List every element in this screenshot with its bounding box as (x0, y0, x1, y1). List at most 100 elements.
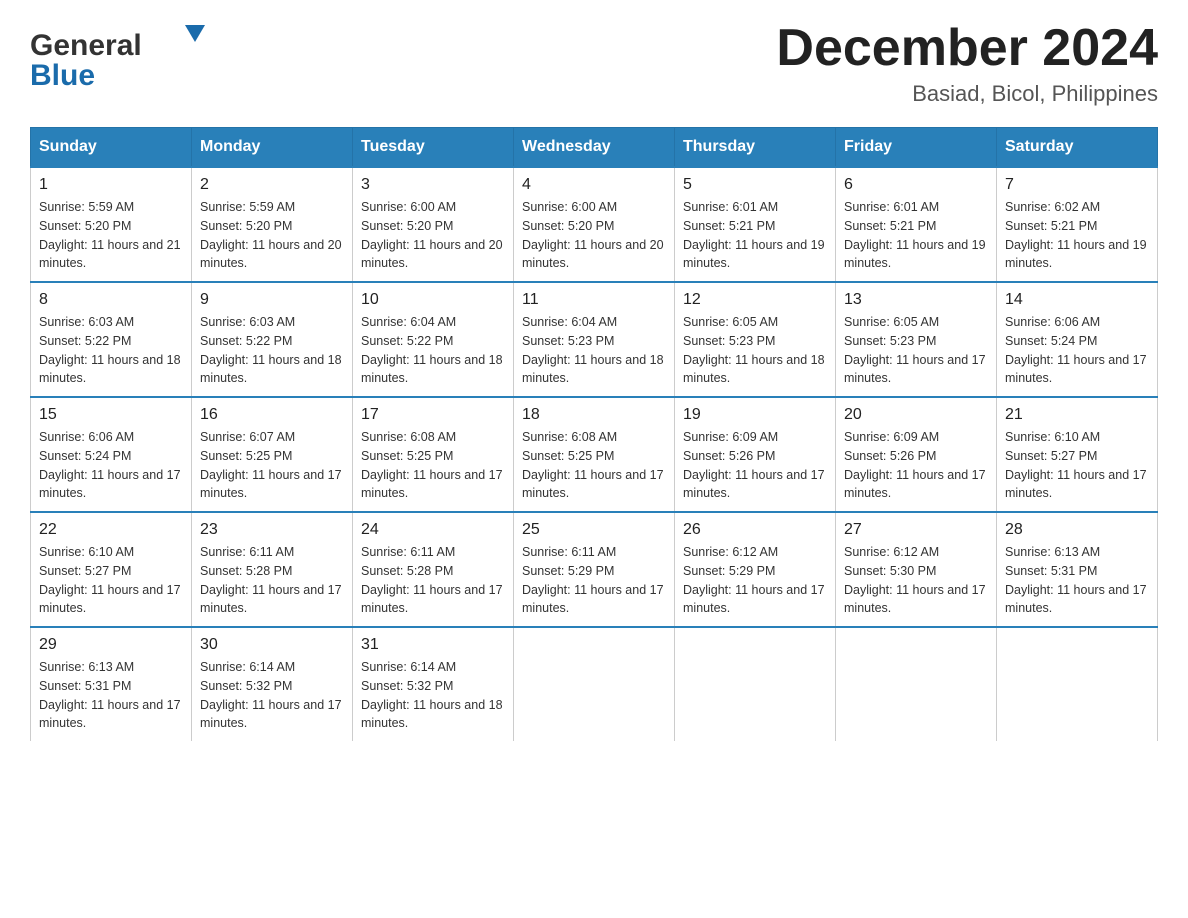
weekday-header-sunday: Sunday (31, 128, 192, 168)
day-number: 6 (844, 176, 988, 194)
day-info: Sunrise: 6:05 AMSunset: 5:23 PMDaylight:… (844, 313, 988, 388)
day-info: Sunrise: 6:08 AMSunset: 5:25 PMDaylight:… (361, 428, 505, 503)
day-info: Sunrise: 6:01 AMSunset: 5:21 PMDaylight:… (844, 198, 988, 273)
page-header: General Blue December 2024 Basiad, Bicol… (30, 20, 1158, 107)
day-number: 11 (522, 291, 666, 309)
day-number: 8 (39, 291, 183, 309)
weekday-header-row: SundayMondayTuesdayWednesdayThursdayFrid… (31, 128, 1158, 168)
calendar-cell: 5 Sunrise: 6:01 AMSunset: 5:21 PMDaylight… (675, 167, 836, 282)
day-number: 19 (683, 406, 827, 424)
calendar-cell: 18 Sunrise: 6:08 AMSunset: 5:25 PMDayligh… (514, 397, 675, 512)
calendar-week-row: 22Sunrise: 6:10 AMSunset: 5:27 PMDayligh… (31, 512, 1158, 627)
day-number: 27 (844, 521, 988, 539)
day-number: 14 (1005, 291, 1149, 309)
day-info: Sunrise: 5:59 AMSunset: 5:20 PMDaylight:… (200, 198, 344, 273)
day-number: 7 (1005, 176, 1149, 194)
day-number: 21 (1005, 406, 1149, 424)
day-number: 31 (361, 636, 505, 654)
calendar-cell: 12 Sunrise: 6:05 AMSunset: 5:23 PMDayligh… (675, 282, 836, 397)
calendar-cell: 26 Sunrise: 6:12 AMSunset: 5:29 PMDayligh… (675, 512, 836, 627)
day-info: Sunrise: 6:09 AMSunset: 5:26 PMDaylight:… (844, 428, 988, 503)
day-info: Sunrise: 6:06 AMSunset: 5:24 PMDaylight:… (1005, 313, 1149, 388)
calendar-cell: 27 Sunrise: 6:12 AMSunset: 5:30 PMDayligh… (836, 512, 997, 627)
svg-text:Blue: Blue (30, 59, 95, 90)
calendar-cell: 1Sunrise: 5:59 AMSunset: 5:20 PMDaylight… (31, 167, 192, 282)
calendar-cell: 29Sunrise: 6:13 AMSunset: 5:31 PMDayligh… (31, 627, 192, 741)
day-number: 15 (39, 406, 183, 424)
day-number: 22 (39, 521, 183, 539)
day-info: Sunrise: 6:03 AMSunset: 5:22 PMDaylight:… (200, 313, 344, 388)
calendar-cell: 10 Sunrise: 6:04 AMSunset: 5:22 PMDayligh… (353, 282, 514, 397)
day-info: Sunrise: 6:02 AMSunset: 5:21 PMDaylight:… (1005, 198, 1149, 273)
calendar-cell: 19 Sunrise: 6:09 AMSunset: 5:26 PMDayligh… (675, 397, 836, 512)
day-number: 30 (200, 636, 344, 654)
calendar-cell: 13 Sunrise: 6:05 AMSunset: 5:23 PMDayligh… (836, 282, 997, 397)
day-number: 23 (200, 521, 344, 539)
calendar-cell: 8Sunrise: 6:03 AMSunset: 5:22 PMDaylight… (31, 282, 192, 397)
calendar-week-row: 8 Sunrise: 6:03 AMSunset: 5:22 PMDaylight… (31, 282, 1158, 397)
day-number: 28 (1005, 521, 1149, 539)
day-number: 20 (844, 406, 988, 424)
calendar-cell: 7 Sunrise: 6:02 AMSunset: 5:21 PMDaylight… (997, 167, 1158, 282)
day-number: 29 (39, 636, 183, 654)
day-info: Sunrise: 6:09 AMSunset: 5:26 PMDaylight:… (683, 428, 827, 503)
logo: General Blue (30, 20, 220, 90)
day-number: 16 (200, 406, 344, 424)
day-info: Sunrise: 6:05 AMSunset: 5:23 PMDaylight:… (683, 313, 827, 388)
calendar-table: SundayMondayTuesdayWednesdayThursdayFrid… (30, 127, 1158, 741)
calendar-cell: 3Sunrise: 6:00 AMSunset: 5:20 PMDaylight… (353, 167, 514, 282)
calendar-cell: 23Sunrise: 6:11 AMSunset: 5:28 PMDayligh… (192, 512, 353, 627)
day-number: 3 (361, 176, 505, 194)
day-number: 24 (361, 521, 505, 539)
day-info: Sunrise: 6:00 AMSunset: 5:20 PMDaylight:… (522, 198, 666, 273)
weekday-header-tuesday: Tuesday (353, 128, 514, 168)
calendar-cell: 11 Sunrise: 6:04 AMSunset: 5:23 PMDayligh… (514, 282, 675, 397)
calendar-cell: 30 Sunrise: 6:14 AMSunset: 5:32 PMDayligh… (192, 627, 353, 741)
calendar-cell: 9 Sunrise: 6:03 AMSunset: 5:22 PMDaylight… (192, 282, 353, 397)
calendar-cell: 16 Sunrise: 6:07 AMSunset: 5:25 PMDayligh… (192, 397, 353, 512)
month-title: December 2024 (776, 20, 1158, 77)
day-info: Sunrise: 6:04 AMSunset: 5:22 PMDaylight:… (361, 313, 505, 388)
day-info: Sunrise: 6:07 AMSunset: 5:25 PMDaylight:… (200, 428, 344, 503)
calendar-cell (514, 627, 675, 741)
day-info: Sunrise: 5:59 AMSunset: 5:20 PMDaylight:… (39, 198, 183, 273)
day-number: 25 (522, 521, 666, 539)
calendar-week-row: 1Sunrise: 5:59 AMSunset: 5:20 PMDaylight… (31, 167, 1158, 282)
day-number: 9 (200, 291, 344, 309)
calendar-week-row: 15 Sunrise: 6:06 AMSunset: 5:24 PMDayligh… (31, 397, 1158, 512)
weekday-header-wednesday: Wednesday (514, 128, 675, 168)
day-info: Sunrise: 6:12 AMSunset: 5:30 PMDaylight:… (844, 543, 988, 618)
day-info: Sunrise: 6:12 AMSunset: 5:29 PMDaylight:… (683, 543, 827, 618)
day-info: Sunrise: 6:01 AMSunset: 5:21 PMDaylight:… (683, 198, 827, 273)
day-number: 18 (522, 406, 666, 424)
weekday-header-saturday: Saturday (997, 128, 1158, 168)
day-number: 4 (522, 176, 666, 194)
calendar-cell: 4 Sunrise: 6:00 AMSunset: 5:20 PMDaylight… (514, 167, 675, 282)
day-number: 13 (844, 291, 988, 309)
day-info: Sunrise: 6:14 AMSunset: 5:32 PMDaylight:… (200, 658, 344, 733)
calendar-week-row: 29Sunrise: 6:13 AMSunset: 5:31 PMDayligh… (31, 627, 1158, 741)
calendar-cell: 6 Sunrise: 6:01 AMSunset: 5:21 PMDaylight… (836, 167, 997, 282)
day-number: 12 (683, 291, 827, 309)
calendar-cell: 31 Sunrise: 6:14 AMSunset: 5:32 PMDayligh… (353, 627, 514, 741)
weekday-header-friday: Friday (836, 128, 997, 168)
day-info: Sunrise: 6:14 AMSunset: 5:32 PMDaylight:… (361, 658, 505, 733)
day-number: 26 (683, 521, 827, 539)
day-info: Sunrise: 6:13 AMSunset: 5:31 PMDaylight:… (1005, 543, 1149, 618)
weekday-header-thursday: Thursday (675, 128, 836, 168)
calendar-cell: 24Sunrise: 6:11 AMSunset: 5:28 PMDayligh… (353, 512, 514, 627)
day-number: 10 (361, 291, 505, 309)
calendar-cell: 25Sunrise: 6:11 AMSunset: 5:29 PMDayligh… (514, 512, 675, 627)
day-info: Sunrise: 6:04 AMSunset: 5:23 PMDaylight:… (522, 313, 666, 388)
svg-text:General: General (30, 29, 142, 62)
calendar-cell: 14 Sunrise: 6:06 AMSunset: 5:24 PMDayligh… (997, 282, 1158, 397)
day-info: Sunrise: 6:10 AMSunset: 5:27 PMDaylight:… (1005, 428, 1149, 503)
day-number: 5 (683, 176, 827, 194)
day-info: Sunrise: 6:08 AMSunset: 5:25 PMDaylight:… (522, 428, 666, 503)
calendar-cell: 21 Sunrise: 6:10 AMSunset: 5:27 PMDayligh… (997, 397, 1158, 512)
day-info: Sunrise: 6:06 AMSunset: 5:24 PMDaylight:… (39, 428, 183, 503)
calendar-cell: 28 Sunrise: 6:13 AMSunset: 5:31 PMDayligh… (997, 512, 1158, 627)
calendar-cell: 2Sunrise: 5:59 AMSunset: 5:20 PMDaylight… (192, 167, 353, 282)
calendar-cell (997, 627, 1158, 741)
calendar-cell: 20 Sunrise: 6:09 AMSunset: 5:26 PMDayligh… (836, 397, 997, 512)
